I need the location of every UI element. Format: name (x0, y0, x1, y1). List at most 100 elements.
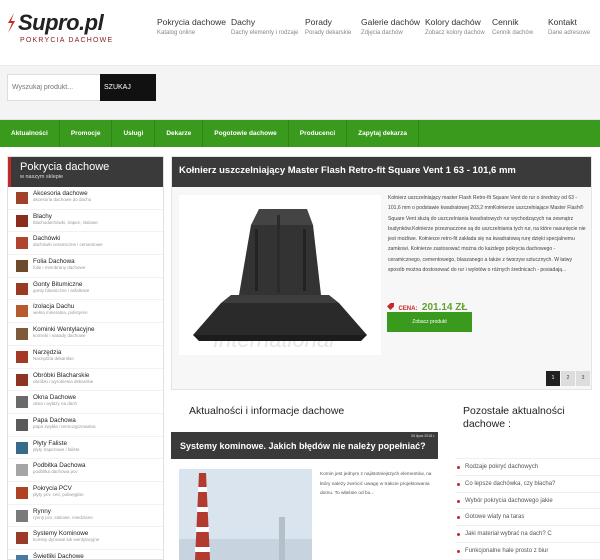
nav-item-subtitle: Dachy elementy i rodzaje (231, 30, 299, 36)
nav-item-subtitle: Katalog online (157, 30, 196, 36)
logo-tagline: POKRYCIA DACHOWE (20, 37, 114, 44)
category-thumbnail-icon (16, 509, 28, 522)
category-name: Obróbki Blacharskie (33, 371, 90, 379)
sidebar-category-item[interactable]: Izolacja Dachu wełna mineralna, polistyre… (8, 300, 163, 324)
category-name: Blachy (33, 212, 52, 220)
category-name: Dachówki (33, 235, 61, 243)
sidebar-category-item[interactable]: Gonty Bitumiczne gonty bitumiczne i asfal… (8, 278, 163, 301)
sidebar-category-item[interactable]: Świetliki Dachowedoświetlenie dachów (8, 550, 163, 560)
site-header: Supro.pl POKRYCIA DACHOWE Pokrycia dacho… (0, 0, 600, 65)
other-news-item[interactable]: Wybór pokrycia dachowego jakie (455, 491, 600, 509)
news-article-date: 06 lipca 2018 r. (411, 434, 435, 438)
other-news-item[interactable]: Rodzaje pokryć dachowych (455, 458, 600, 475)
category-name: Folia Dachowa (33, 258, 75, 266)
category-name: Świetliki Dachowe (33, 553, 84, 560)
sidebar-category-item[interactable]: Narzędzia Narzędzia dekarskie (8, 346, 163, 369)
top-navigation: Pokrycia dachowe Katalog online Dachy Dach… (157, 17, 590, 36)
product-title[interactable]: Kołnierz uszczelniający Master Flash Ret… (172, 157, 591, 187)
nav-item-subtitle: Porady dekarskie (305, 30, 352, 36)
product-description: Kołnierz uszczelniający master Flash Ret… (388, 195, 586, 274)
nav-zapytaj[interactable]: Zapytaj dekarza (347, 120, 407, 147)
other-news-link: Jaki materiał wybrać na dach? C (465, 531, 552, 538)
sidebar-category-item[interactable]: Obróbki Blacharskie obróbki i wyrobienia … (8, 369, 163, 392)
category-name: Papa Dachowa (33, 416, 76, 424)
category-description: papa zwykła i termozgrzewalna (33, 423, 96, 429)
nav-divider (417, 120, 419, 147)
featured-product: Kołnierz uszczelniający Master Flash Ret… (171, 156, 592, 390)
sidebar-category-item[interactable]: Kominki Wentylacyjne kominki i nasady dac… (8, 323, 163, 346)
nav-item-title: Porady (305, 17, 332, 27)
sidebar-category-item[interactable]: Pokrycia PCV płyty pcv, ceti, poliwęglan (8, 482, 163, 505)
category-thumbnail-icon (16, 350, 28, 363)
category-nav-bar: Aktualności Promocje Usługi Dekarze Pogo… (0, 120, 600, 147)
search-button[interactable]: SZUKAJ (100, 74, 156, 101)
sidebar-subtitle: w naszym sklepie (20, 174, 64, 180)
other-news-link: Wybór pokrycia dachowego jakie (465, 497, 553, 504)
category-name: Okna Dachowe (33, 394, 77, 402)
nav-item-kontakt[interactable]: Kontakt Dane adresowe (548, 17, 590, 36)
sidebar-category-item[interactable]: Folia Dachowa folie i membrany dachowe (8, 255, 163, 278)
category-name: Izolacja Dachu (33, 303, 75, 311)
nav-item-subtitle: Zobacz kolory dachów (425, 30, 485, 36)
other-news-item[interactable]: Jaki materiał wybrać na dach? C (455, 525, 600, 542)
nav-item-dachy[interactable]: Dachy Dachy elementy i rodzaje (231, 17, 305, 36)
pager-page[interactable]: 1 (546, 371, 560, 386)
nav-uslugi[interactable]: Usługi (112, 120, 143, 147)
sidebar-category-item[interactable]: Okna Dachowe okna i wyłazy na dach (8, 391, 163, 414)
bullet-icon (457, 516, 460, 520)
category-thumbnail-icon (16, 441, 28, 454)
category-name: Rynny (33, 507, 51, 515)
nav-item-galerie[interactable]: Galerie dachów Zdjęcia dachów (361, 17, 425, 36)
sidebar-category-item[interactable]: Systemy Kominowe kominy dymowe luk wentyl… (8, 527, 163, 550)
other-news-link: Co lepsze dachówka, czy blacha? (465, 480, 556, 487)
bullet-icon (457, 533, 460, 537)
sidebar-category-item[interactable]: Rynny rynny pcv, stalowe, miedziane (8, 505, 163, 528)
other-news-item[interactable]: Funkcjonalne hale prosto z biur (455, 541, 600, 559)
other-news-item[interactable]: Gotowe wiaty na taras (455, 508, 600, 525)
category-name: Gonty Bitumiczne (33, 280, 83, 288)
search-input[interactable] (7, 74, 101, 101)
sidebar-category-item[interactable]: Akcesoria dachowe akcesoria dachowe do da… (8, 187, 163, 210)
nav-promocje[interactable]: Promocje (60, 120, 101, 147)
bullet-icon (457, 549, 460, 553)
logo-s-mark-icon (8, 13, 15, 33)
category-name: Kominki Wentylacyjne (33, 326, 95, 334)
pager-page[interactable]: 3 (576, 371, 590, 386)
sidebar-category-item[interactable]: Płyty Faliste płyty trapezowe i faliste (8, 437, 163, 460)
category-thumbnail-icon (16, 260, 28, 273)
pager-page[interactable]: 2 (561, 371, 575, 386)
category-name: Płyty Faliste (33, 439, 67, 447)
nav-pogotowie[interactable]: Pogotowie dachowe (203, 120, 276, 147)
other-news-list: Rodzaje pokryć dachowych Co lepsze dachów… (455, 458, 600, 560)
sidebar-header: Pokrycia dachowe w naszym sklepie (8, 157, 163, 187)
other-news-item[interactable]: Co lepsze dachówka, czy blacha? (455, 474, 600, 492)
category-thumbnail-icon (16, 532, 28, 545)
view-product-button[interactable]: Zobacz produkt (387, 312, 472, 332)
category-description: płyty pcv, ceti, poliwęglan (33, 491, 84, 497)
sidebar-category-item[interactable]: Papa Dachowa papa zwykła i termozgrzewaln… (8, 414, 163, 437)
sidebar-category-item[interactable]: Blachy blachodachówki, trapez, stalowe (8, 210, 163, 233)
news-article-image[interactable] (179, 469, 312, 560)
other-news-link: Funkcjonalne hale prosto z biur (465, 547, 549, 554)
nav-dekarze[interactable]: Dekarze (155, 120, 191, 147)
sidebar-category-item[interactable]: Dachówki dachówki ceramiczne i cementowe (8, 232, 163, 256)
nav-item-title: Pokrycia dachowe (157, 17, 226, 27)
category-description: kominki i nasady dachowe (33, 333, 86, 339)
category-description: kominy dymowe luk wentylacyjne (33, 537, 100, 543)
other-news-link: Gotowe wiaty na taras (465, 514, 525, 521)
nav-item-pokrycia[interactable]: Pokrycia dachowe Katalog online (157, 17, 231, 36)
nav-producenci[interactable]: Producenci (289, 120, 335, 147)
nav-item-porady[interactable]: Porady Porady dekarskie (305, 17, 361, 36)
news-heading: Aktualności i informacje dachowe (189, 405, 345, 417)
category-description: dachówki ceramiczne i cementowe (33, 242, 103, 248)
category-name: Podbitka Dachowa (33, 462, 86, 470)
category-thumbnail-icon (16, 464, 28, 477)
sidebar-category-item[interactable]: Podbitka Dachowa podbitka dachowa pcv (8, 459, 163, 482)
nav-item-subtitle: Zdjęcia dachów (361, 30, 403, 36)
nav-aktualnosci[interactable]: Aktualności (0, 120, 48, 147)
nav-item-cennik[interactable]: Cennik Cennik dachów (492, 17, 548, 36)
product-image[interactable]: International (179, 195, 381, 355)
nav-item-title: Cennik (492, 17, 519, 27)
news-article-title[interactable]: Systemy kominowe. Jakich błędów nie nale… (171, 432, 438, 459)
nav-item-kolory[interactable]: Kolory dachów Zobacz kolory dachów (425, 17, 492, 36)
